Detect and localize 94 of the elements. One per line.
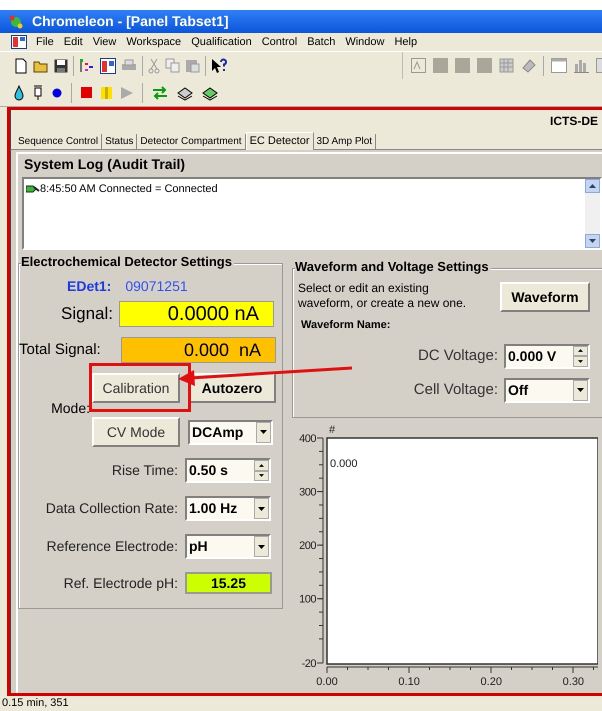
- section-title: System Log (Audit Trail): [23, 155, 186, 174]
- help-pointer-icon[interactable]: [211, 58, 227, 74]
- window-icon[interactable]: [551, 58, 567, 73]
- button[interactable]: CV Mode: [92, 417, 180, 447]
- drop-icon[interactable]: [14, 84, 24, 100]
- window-title: Chromeleon - [Panel Tabset1]: [32, 12, 229, 31]
- log-entry: 8:45:50 AM Connected = Connected: [40, 182, 218, 197]
- tree-icon[interactable]: [79, 58, 95, 74]
- dropdown-button[interactable]: [254, 498, 269, 519]
- menu-item[interactable]: View: [88, 34, 122, 50]
- menu-item[interactable]: Workspace: [121, 34, 186, 50]
- device-serial: 09071251: [125, 277, 188, 296]
- field-label: Reference Electrode:: [45, 537, 179, 556]
- ph-readout: 15.25: [185, 572, 272, 594]
- menu-item[interactable]: Qualification: [186, 34, 257, 50]
- field-label: Waveform Name:: [300, 318, 392, 333]
- axis-label: 100: [299, 594, 316, 606]
- spin-down-button[interactable]: [254, 470, 269, 481]
- new-document-icon[interactable]: [14, 58, 28, 74]
- caret-icon: [258, 544, 265, 548]
- up-arrow-icon: [589, 184, 596, 188]
- field-label: Ref. Electrode pH:: [62, 574, 179, 593]
- dropdown-button[interactable]: [254, 536, 269, 557]
- menu-item[interactable]: Window: [340, 34, 390, 50]
- axis-label: 400: [299, 433, 316, 445]
- menu-item[interactable]: Batch: [302, 34, 340, 50]
- axis-label: 0.10: [398, 676, 420, 688]
- dropdown-button[interactable]: [573, 380, 588, 400]
- device-label: EDet1:: [67, 277, 112, 296]
- axis-label: -20: [302, 658, 316, 670]
- caret-icon: [258, 506, 265, 510]
- down-arrow-icon: [589, 239, 596, 243]
- caret-icon: [260, 430, 267, 434]
- up-arrow-icon: [259, 464, 264, 467]
- description-text: Select or edit an existing waveform, or create a new one.: [298, 281, 468, 312]
- field-label: Rise Time:: [110, 461, 179, 480]
- plot-annotation: 0.000: [330, 458, 358, 470]
- bar-chart-icon[interactable]: [574, 58, 589, 73]
- swap-arrows-icon[interactable]: [152, 86, 168, 100]
- scroll-up-button[interactable]: [585, 179, 600, 193]
- dropdown[interactable]: DCAmp: [188, 420, 273, 444]
- dropdown[interactable]: 1.00 Hz: [185, 496, 271, 521]
- stack-icon[interactable]: [202, 84, 218, 100]
- field-label: Signal:: [60, 303, 114, 326]
- dot-icon[interactable]: [52, 88, 62, 98]
- group-title: Waveform and Voltage Settings: [295, 259, 491, 275]
- menu-item[interactable]: Edit: [58, 34, 88, 50]
- spin-up-button[interactable]: [573, 346, 588, 356]
- signal-readout: 0.0000 nA: [119, 301, 274, 327]
- axis-label: 300: [299, 486, 316, 499]
- dropdown-button[interactable]: [256, 422, 271, 442]
- axis-label: 0.00: [316, 676, 338, 688]
- syringe-icon[interactable]: [33, 84, 43, 100]
- axis-label: 0.20: [480, 676, 502, 688]
- group-title: Electrochemical Detector Settings: [21, 254, 234, 270]
- button[interactable]: Waveform: [500, 282, 590, 312]
- panel-icon[interactable]: [11, 35, 27, 49]
- plug-icon: [26, 184, 40, 194]
- field-label: Cell Voltage:: [414, 380, 499, 400]
- down-arrow-icon: [578, 360, 583, 363]
- panel-header: ICTS-DE: [550, 113, 598, 130]
- status-bar-text: 0.15 min, 351: [1, 696, 70, 711]
- caret-icon: [577, 388, 584, 392]
- panel-icon[interactable]: [100, 58, 116, 74]
- mode-label: Mode:: [50, 399, 91, 418]
- tab[interactable]: 3D Amp Plot: [314, 134, 376, 149]
- app-icon: [8, 14, 24, 30]
- down-arrow-icon: [259, 474, 264, 478]
- axis-label: 200: [299, 540, 316, 552]
- spin-down-button[interactable]: [573, 356, 588, 366]
- button[interactable]: Calibration: [92, 373, 180, 403]
- dropdown[interactable]: pH: [185, 534, 271, 559]
- tab[interactable]: EC Detector: [246, 132, 314, 150]
- stack-icon[interactable]: [177, 84, 193, 100]
- menu-item[interactable]: File: [31, 34, 59, 50]
- field-label: Total Signal:: [19, 340, 102, 360]
- axis-title: #: [329, 424, 336, 436]
- menu-item[interactable]: Control: [256, 34, 302, 50]
- folder-icon[interactable]: [33, 58, 49, 72]
- spin-box[interactable]: 0.000 V: [504, 344, 590, 368]
- scroll-down-button[interactable]: [585, 234, 600, 248]
- axis-label: 0.30: [562, 676, 584, 688]
- signal-readout: 0.000 nA: [121, 337, 276, 363]
- spin-up-button[interactable]: [254, 460, 269, 470]
- menu-item[interactable]: Help: [389, 34, 422, 50]
- save-icon[interactable]: [54, 58, 68, 72]
- eraser-icon[interactable]: [521, 58, 536, 73]
- field-label: DC Voltage:: [418, 346, 499, 366]
- field-label: Data Collection Rate:: [44, 499, 179, 518]
- spin-box[interactable]: 0.50 s: [185, 458, 271, 483]
- clipboard-icon[interactable]: [185, 58, 200, 73]
- scrollbar[interactable]: [585, 179, 600, 248]
- dropdown[interactable]: Off: [504, 378, 590, 402]
- up-arrow-icon: [578, 349, 583, 352]
